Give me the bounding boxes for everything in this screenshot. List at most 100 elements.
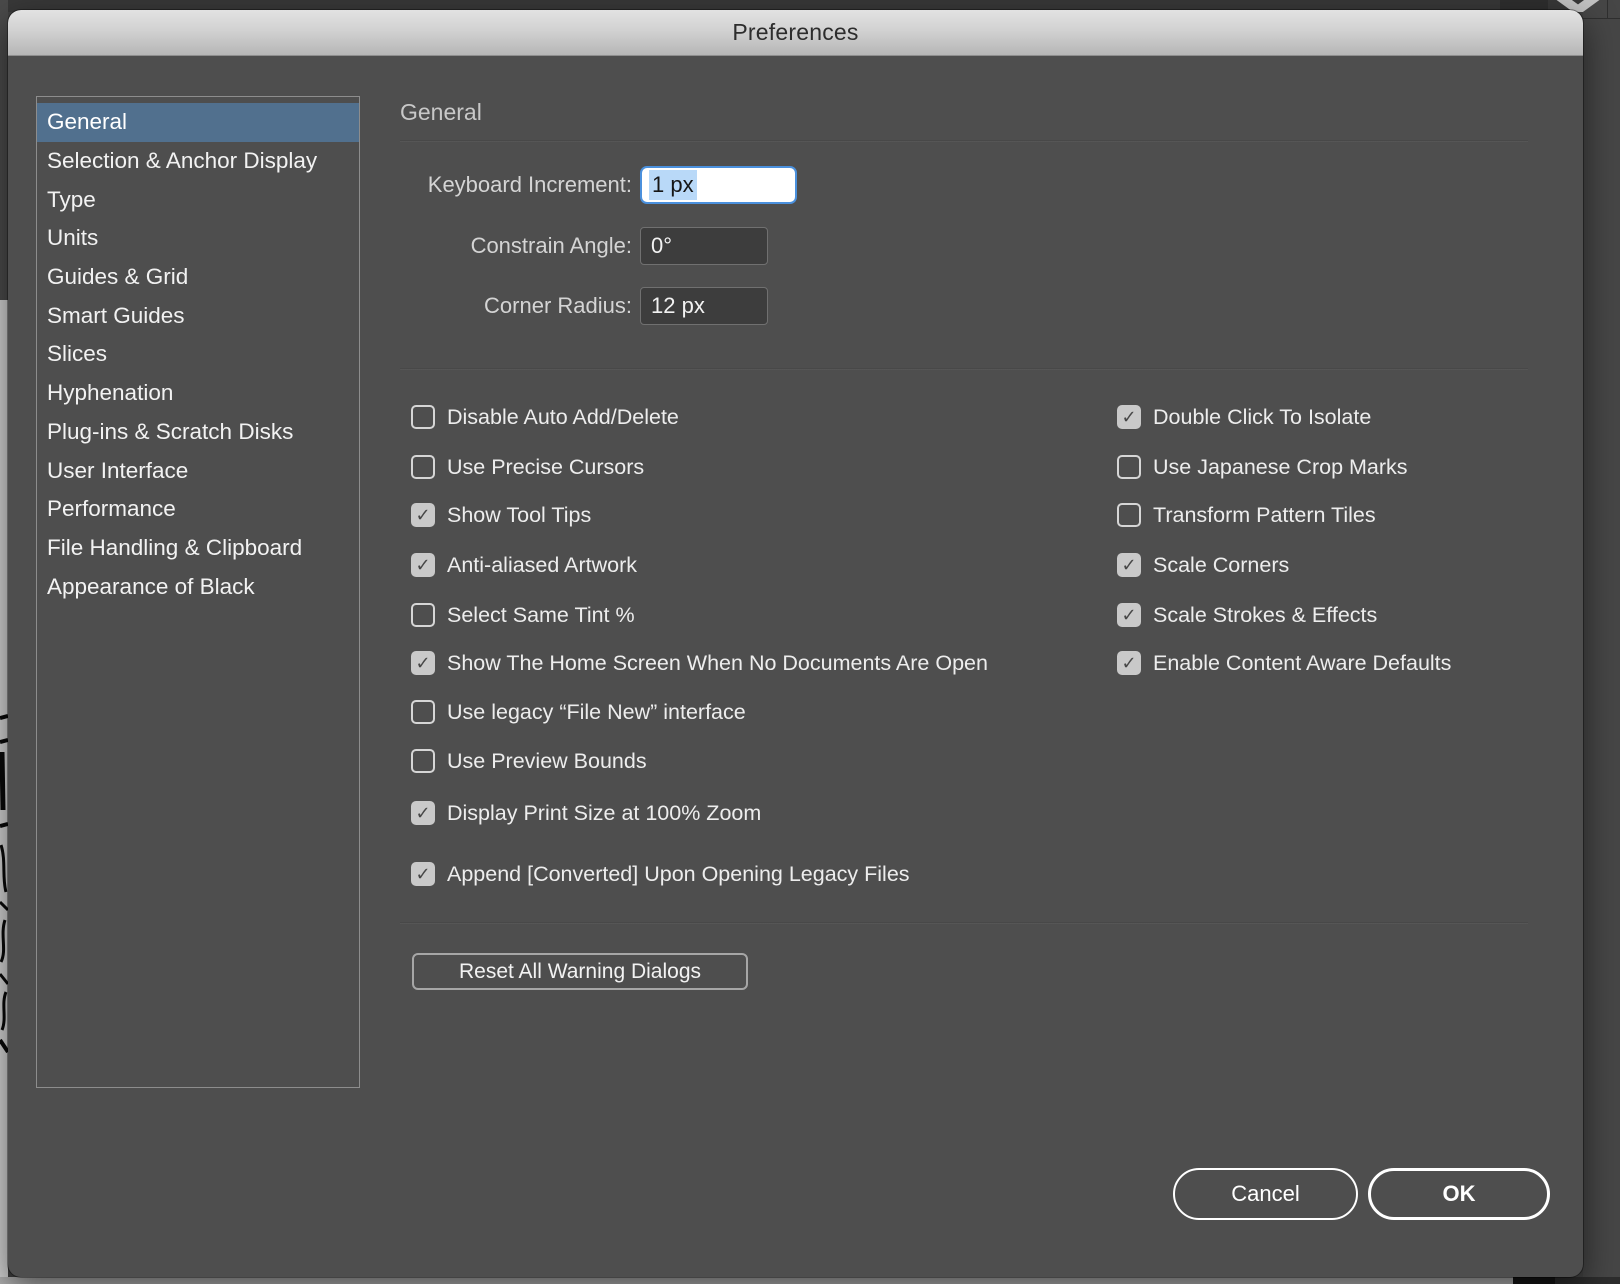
sidebar-item-slices[interactable]: Slices	[37, 335, 359, 374]
checkbox-label: Use legacy “File New” interface	[447, 700, 746, 725]
option-row: ✓ Show Tool Tips	[411, 503, 591, 527]
checkbox[interactable]	[411, 603, 435, 627]
checkbox[interactable]: ✓	[1117, 553, 1141, 577]
dialog-titlebar[interactable]: Preferences	[8, 10, 1583, 56]
sidebar-item-smart-guides[interactable]: Smart Guides	[37, 296, 359, 335]
dialog-title: Preferences	[732, 19, 858, 46]
checkbox[interactable]: ✓	[411, 553, 435, 577]
checkbox[interactable]: ✓	[1117, 651, 1141, 675]
option-row: ✓ Scale Corners	[1117, 553, 1289, 577]
divider	[400, 140, 1528, 142]
sidebar-item-label: Appearance of Black	[47, 574, 255, 600]
divider	[400, 368, 1528, 370]
checkbox[interactable]	[411, 455, 435, 479]
sidebar-item-selection-anchor-display[interactable]: Selection & Anchor Display	[37, 142, 359, 181]
input-text: 12 px	[651, 293, 705, 319]
checkbox-label: Anti-aliased Artwork	[447, 553, 637, 578]
background-app-right-strip	[1583, 0, 1620, 1284]
checkbox[interactable]	[1117, 503, 1141, 527]
sidebar-item-label: General	[47, 109, 127, 135]
sidebar-item-label: Hyphenation	[47, 380, 173, 406]
checkbox-label: Use Japanese Crop Marks	[1153, 455, 1408, 480]
sidebar-item-performance[interactable]: Performance	[37, 490, 359, 529]
sidebar-item-label: Performance	[47, 496, 176, 522]
checkbox-label: Use Precise Cursors	[447, 455, 644, 480]
checkbox[interactable]: ✓	[1117, 405, 1141, 429]
selected-input-text: 1 px	[649, 170, 697, 200]
checkbox[interactable]	[411, 749, 435, 773]
sidebar-item-label: Selection & Anchor Display	[47, 148, 317, 174]
sidebar-item-plugins-scratch-disks[interactable]: Plug-ins & Scratch Disks	[37, 413, 359, 452]
checkbox-label: Enable Content Aware Defaults	[1153, 651, 1451, 676]
divider	[400, 922, 1528, 924]
reset-warning-dialogs-button[interactable]: Reset All Warning Dialogs	[412, 953, 748, 990]
option-row: Disable Auto Add/Delete	[411, 405, 679, 429]
checkbox[interactable]: ✓	[411, 651, 435, 675]
input-text: 0°	[651, 233, 672, 259]
checkbox-label: Scale Corners	[1153, 553, 1289, 578]
corner-radius-label: Corner Radius:	[484, 287, 632, 325]
sidebar-item-general[interactable]: General	[37, 103, 359, 142]
checkbox-label: Append [Converted] Upon Opening Legacy F…	[447, 862, 910, 887]
background-panel-segment	[1555, 1277, 1620, 1284]
constrain-angle-label: Constrain Angle:	[471, 227, 632, 265]
panel-seam	[1607, 0, 1608, 18]
checkbox-label: Double Click To Isolate	[1153, 405, 1371, 430]
option-row: Transform Pattern Tiles	[1117, 503, 1376, 527]
sidebar-item-label: User Interface	[47, 458, 188, 484]
option-row: Use legacy “File New” interface	[411, 700, 746, 724]
background-canvas-strip	[0, 0, 8, 1284]
checkbox-label: Use Preview Bounds	[447, 749, 647, 774]
sidebar-item-user-interface[interactable]: User Interface	[37, 451, 359, 490]
checkbox[interactable]: ✓	[1117, 603, 1141, 627]
preferences-dialog: Preferences General Selection & Anchor D…	[8, 10, 1583, 1277]
constrain-angle-input[interactable]: 0°	[640, 227, 768, 265]
sidebar-item-label: Type	[47, 187, 96, 213]
option-row: ✓ Show The Home Screen When No Documents…	[411, 651, 988, 675]
section-title: General	[400, 99, 482, 126]
checkbox[interactable]: ✓	[411, 862, 435, 886]
checkbox-label: Show Tool Tips	[447, 503, 591, 528]
checkbox[interactable]	[411, 405, 435, 429]
sidebar-item-label: File Handling & Clipboard	[47, 535, 302, 561]
option-row: ✓ Append [Converted] Upon Opening Legacy…	[411, 862, 910, 886]
preferences-category-list: General Selection & Anchor Display Type …	[36, 96, 360, 1088]
sidebar-item-units[interactable]: Units	[37, 219, 359, 258]
option-row: Select Same Tint %	[411, 603, 635, 627]
sidebar-item-label: Plug-ins & Scratch Disks	[47, 419, 293, 445]
keyboard-increment-input[interactable]: 1 px	[640, 166, 797, 204]
option-row: ✓ Enable Content Aware Defaults	[1117, 651, 1451, 675]
sidebar-item-label: Slices	[47, 341, 107, 367]
checkbox[interactable]	[411, 700, 435, 724]
sidebar-item-label: Smart Guides	[47, 303, 185, 329]
background-app-bottom-strip	[0, 1277, 1620, 1284]
sidebar-item-label: Guides & Grid	[47, 264, 188, 290]
checkbox-label: Select Same Tint %	[447, 603, 635, 628]
ok-button[interactable]: OK	[1368, 1168, 1550, 1220]
sidebar-item-appearance-of-black[interactable]: Appearance of Black	[37, 567, 359, 606]
checkbox-label: Transform Pattern Tiles	[1153, 503, 1376, 528]
option-row: ✓ Display Print Size at 100% Zoom	[411, 801, 761, 825]
sidebar-item-hyphenation[interactable]: Hyphenation	[37, 374, 359, 413]
cancel-button[interactable]: Cancel	[1173, 1168, 1358, 1220]
option-row: ✓ Scale Strokes & Effects	[1117, 603, 1377, 627]
screen: Preferences General Selection & Anchor D…	[0, 0, 1620, 1284]
panel-seam	[1583, 18, 1620, 19]
canvas-artwork	[0, 640, 8, 1080]
checkbox[interactable]: ✓	[411, 801, 435, 825]
checkbox[interactable]	[1117, 455, 1141, 479]
sidebar-item-label: Units	[47, 225, 98, 251]
background-panel-segment	[1513, 1277, 1555, 1284]
option-row: ✓ Anti-aliased Artwork	[411, 553, 637, 577]
option-row: Use Japanese Crop Marks	[1117, 455, 1408, 479]
checkbox-label: Disable Auto Add/Delete	[447, 405, 679, 430]
checkbox-label: Display Print Size at 100% Zoom	[447, 801, 761, 826]
corner-radius-input[interactable]: 12 px	[640, 287, 768, 325]
sidebar-item-type[interactable]: Type	[37, 180, 359, 219]
sidebar-item-guides-grid[interactable]: Guides & Grid	[37, 258, 359, 297]
checkbox-label: Scale Strokes & Effects	[1153, 603, 1377, 628]
sidebar-item-file-handling-clipboard[interactable]: File Handling & Clipboard	[37, 529, 359, 568]
option-row: Use Preview Bounds	[411, 749, 647, 773]
keyboard-increment-label: Keyboard Increment:	[428, 166, 632, 204]
checkbox[interactable]: ✓	[411, 503, 435, 527]
